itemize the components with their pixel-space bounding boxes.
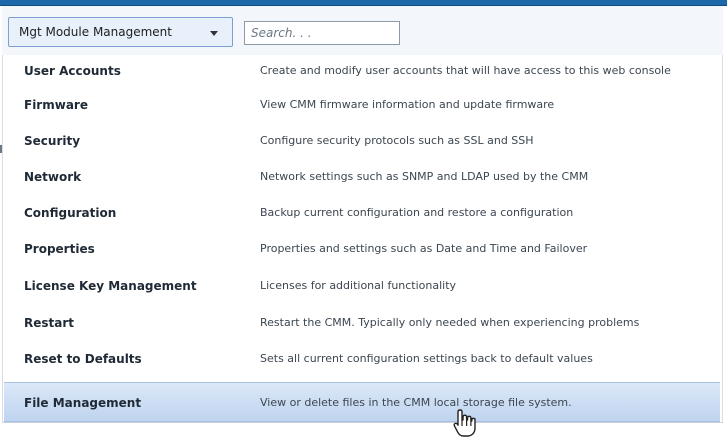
menu-item-configuration[interactable]: Configuration Backup current configurati… <box>4 197 720 231</box>
menu-item-description: View or delete files in the CMM local st… <box>260 396 572 409</box>
search-input[interactable] <box>244 21 400 45</box>
chevron-down-icon <box>210 31 218 36</box>
menu-item-title: User Accounts <box>24 64 121 78</box>
menu-item-description: Network settings such as SNMP and LDAP u… <box>260 170 589 183</box>
menu-item-description: Create and modify user accounts that wil… <box>260 64 671 77</box>
menu-item-file-management[interactable]: File Management View or delete files in … <box>4 382 720 422</box>
menu-item-description: View CMM firmware information and update… <box>260 98 555 111</box>
menu-item-reset-to-defaults[interactable]: Reset to Defaults Sets all current confi… <box>4 343 720 377</box>
menu-item-description: Licenses for additional functionality <box>260 279 457 292</box>
menu-item-security[interactable]: Security Configure security protocols su… <box>4 125 720 159</box>
menu-item-title: Network <box>24 170 82 184</box>
page: Mgt Module Management User Accounts Crea… <box>0 0 727 445</box>
menu-item-license-key-management[interactable]: License Key Management Licenses for addi… <box>4 270 720 304</box>
menu-item-title: Restart <box>24 316 75 330</box>
menu-button-label: Mgt Module Management <box>19 25 172 39</box>
menu-item-title: License Key Management <box>24 279 197 293</box>
menu-item-title: File Management <box>24 396 142 410</box>
hand-pointer-icon <box>453 409 476 437</box>
menu-item-description: Configure security protocols such as SSL… <box>260 134 534 147</box>
menu-item-description: Backup current configuration and restore… <box>260 206 574 219</box>
menu-item-description: Sets all current configuration settings … <box>260 352 593 365</box>
menu-item-title: Reset to Defaults <box>24 352 142 366</box>
menu-item-user-accounts[interactable]: User Accounts Create and modify user acc… <box>4 55 720 89</box>
menu-item-firmware[interactable]: Firmware View CMM firmware information a… <box>4 89 720 123</box>
toolbar: Mgt Module Management <box>2 6 723 56</box>
menu-item-description: Restart the CMM. Typically only needed w… <box>260 316 640 329</box>
menu-item-title: Firmware <box>24 98 88 112</box>
mgt-module-management-menu-button[interactable]: Mgt Module Management <box>8 17 233 47</box>
menu-item-title: Properties <box>24 242 95 256</box>
menu-item-title: Security <box>24 134 81 148</box>
menu-item-title: Configuration <box>24 206 117 220</box>
menu-item-properties[interactable]: Properties Properties and settings such … <box>4 233 720 267</box>
menu-item-restart[interactable]: Restart Restart the CMM. Typically only … <box>4 307 720 341</box>
menu-item-network[interactable]: Network Network settings such as SNMP an… <box>4 161 720 195</box>
menu-panel: User Accounts Create and modify user acc… <box>2 55 723 423</box>
menu-item-description: Properties and settings such as Date and… <box>260 242 588 255</box>
